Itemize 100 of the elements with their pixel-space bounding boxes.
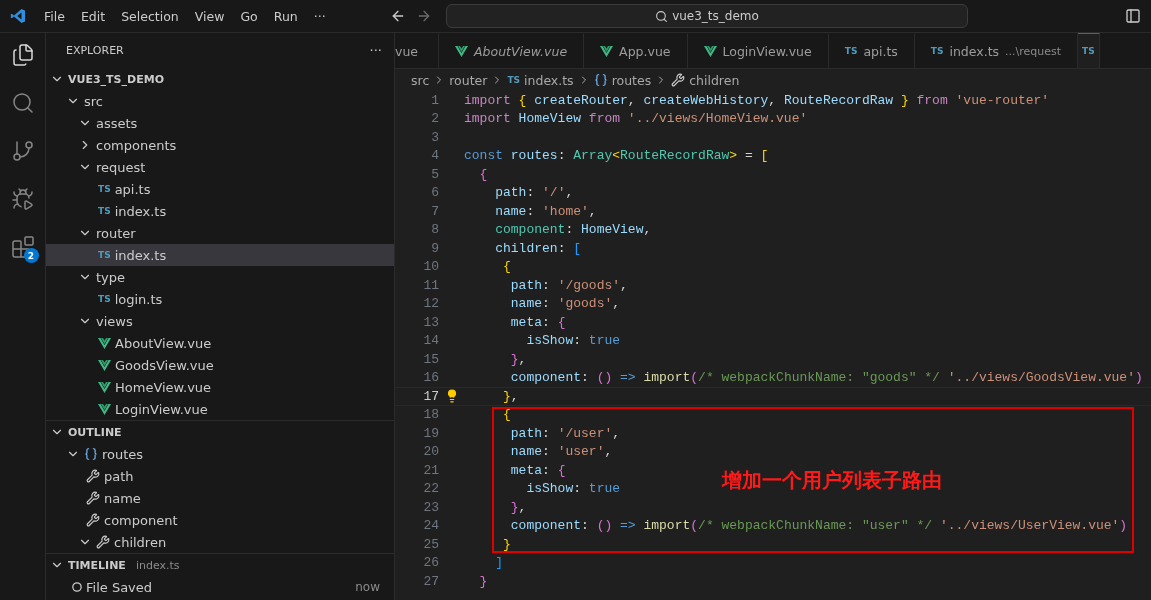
tree-item-label: LoginView.vue bbox=[115, 401, 208, 417]
tree-item[interactable]: component bbox=[46, 509, 394, 531]
menu-item[interactable]: File bbox=[36, 8, 73, 24]
ts-file-icon: TS bbox=[98, 294, 111, 304]
code-line: name: 'user', bbox=[509, 444, 613, 460]
ts-file-icon: TS bbox=[930, 46, 944, 56]
line-number: 1 bbox=[430, 92, 439, 108]
tree-item-label: path bbox=[104, 468, 134, 484]
tree-item[interactable]: TS index.ts bbox=[46, 200, 394, 222]
tree-item[interactable]: type bbox=[46, 266, 394, 288]
code-line: component: () => import(/* webpackChunkName: "user" */ '../views/UserView.vue') bbox=[509, 518, 1128, 534]
sidebar-toggle-icon[interactable] bbox=[1125, 8, 1141, 24]
tree-item[interactable]: HomeView.vue bbox=[46, 376, 394, 398]
tree-item-label: src bbox=[84, 93, 103, 109]
line-number: 26 bbox=[422, 555, 439, 571]
line-number: 7 bbox=[430, 203, 439, 219]
tree-item[interactable]: children bbox=[46, 531, 394, 553]
timeline-item[interactable]: File Saved now bbox=[46, 576, 394, 598]
tree-item-label: children bbox=[114, 534, 167, 550]
tree-item-label: component bbox=[104, 512, 178, 528]
vue-file-icon bbox=[455, 45, 468, 57]
ts-file-icon: TS bbox=[98, 206, 111, 216]
tree-item[interactable]: GoodsView.vue bbox=[46, 354, 394, 376]
tree-item[interactable]: AboutView.vue bbox=[46, 332, 394, 354]
ts-file-icon: TS bbox=[98, 184, 111, 194]
menu-item[interactable]: View bbox=[186, 8, 233, 24]
menu-item[interactable]: Go bbox=[232, 8, 266, 24]
editor-tab[interactable]: TS bbox=[1078, 33, 1100, 68]
command-center-field[interactable]: vue3_ts_demo bbox=[446, 4, 968, 28]
tree-item[interactable]: TS login.ts bbox=[46, 288, 394, 310]
ts-file-icon: TS bbox=[844, 46, 858, 56]
tree-item-label: login.ts bbox=[114, 291, 163, 307]
more-actions[interactable]: ··· bbox=[369, 43, 382, 58]
tree-item[interactable]: router bbox=[46, 222, 394, 244]
code-line: children: [ bbox=[494, 240, 582, 256]
code-line: path: '/user', bbox=[509, 425, 621, 441]
code-line: }, bbox=[509, 499, 527, 515]
vue-file-icon bbox=[600, 45, 614, 57]
tree-item[interactable]: path bbox=[46, 465, 394, 487]
section-title[interactable]: OUTLINE bbox=[68, 425, 122, 439]
variable-icon bbox=[593, 73, 608, 87]
line-number: 15 bbox=[422, 351, 439, 367]
line-number: 3 bbox=[430, 129, 439, 145]
section-title[interactable]: VUE3_TS_DEMO bbox=[68, 72, 164, 86]
menu-item[interactable]: Edit bbox=[72, 8, 114, 24]
vue-file-icon bbox=[98, 381, 111, 393]
code-line: ] bbox=[494, 555, 503, 571]
code-line: import HomeView from '../views/HomeView.vue' bbox=[464, 111, 808, 127]
tree-item[interactable]: TS api.ts bbox=[46, 178, 394, 200]
breadcrumb-item[interactable]: src bbox=[411, 72, 430, 88]
code-line: meta: { bbox=[509, 314, 566, 330]
tree-item-label: index.ts bbox=[114, 247, 167, 263]
count-badge: 2 bbox=[23, 248, 39, 263]
vue-file-icon bbox=[98, 403, 111, 415]
breadcrumb-item[interactable]: routes bbox=[611, 72, 652, 88]
line-number: 6 bbox=[430, 185, 439, 201]
line-number: 14 bbox=[422, 333, 439, 349]
app-logo bbox=[10, 8, 26, 24]
back-arrow-icon[interactable] bbox=[390, 8, 406, 24]
commit-dot-icon bbox=[72, 582, 82, 592]
breadcrumb-item[interactable]: children bbox=[689, 72, 740, 88]
menu-item[interactable]: Selection bbox=[113, 8, 187, 24]
tree-item-label: api.ts bbox=[114, 181, 151, 197]
ts-file-icon: TS bbox=[98, 250, 111, 260]
line-number: 20 bbox=[422, 444, 439, 460]
code-line: component: HomeView, bbox=[494, 222, 652, 238]
code-line: meta: { bbox=[509, 462, 566, 478]
tree-item-label: GoodsView.vue bbox=[115, 357, 214, 373]
section-title[interactable]: TIMELINE bbox=[68, 558, 126, 572]
editor-tab[interactable]: vue bbox=[395, 33, 439, 68]
tree-item-label: request bbox=[96, 159, 146, 175]
tree-item[interactable]: routes bbox=[46, 443, 394, 465]
line-number: 8 bbox=[430, 222, 439, 238]
line-number: 18 bbox=[422, 407, 439, 423]
tree-item[interactable]: src bbox=[46, 90, 394, 112]
tree-item[interactable]: views bbox=[46, 310, 394, 332]
tree-item[interactable]: components bbox=[46, 134, 394, 156]
line-number: 10 bbox=[422, 259, 439, 275]
menu-item[interactable]: Run bbox=[265, 8, 306, 24]
tree-item[interactable]: assets bbox=[46, 112, 394, 134]
breadcrumb-item[interactable]: router bbox=[449, 72, 488, 88]
tree-item[interactable]: TS index.ts bbox=[46, 244, 394, 266]
line-number: 4 bbox=[430, 148, 439, 164]
code-line: path: '/goods', bbox=[509, 277, 628, 293]
tree-item-label: index.ts bbox=[114, 203, 167, 219]
tree-item[interactable]: name bbox=[46, 487, 394, 509]
line-number: 13 bbox=[422, 314, 439, 330]
code-line: isShow: true bbox=[525, 481, 621, 497]
wrench-icon bbox=[86, 491, 100, 505]
forward-arrow-icon[interactable] bbox=[416, 8, 432, 24]
line-number: 2 bbox=[430, 111, 439, 127]
breadcrumb-item[interactable]: index.ts bbox=[524, 72, 574, 88]
code-line: } bbox=[478, 573, 488, 589]
annotation-text: 增加一个用户列表子路由 bbox=[722, 466, 942, 494]
menu-item[interactable]: ··· bbox=[305, 8, 334, 24]
variable-icon bbox=[84, 447, 98, 461]
line-number: 9 bbox=[430, 240, 439, 256]
tree-item[interactable]: LoginView.vue bbox=[46, 398, 394, 420]
tree-item[interactable]: request bbox=[46, 156, 394, 178]
vue-file-icon bbox=[98, 359, 111, 371]
